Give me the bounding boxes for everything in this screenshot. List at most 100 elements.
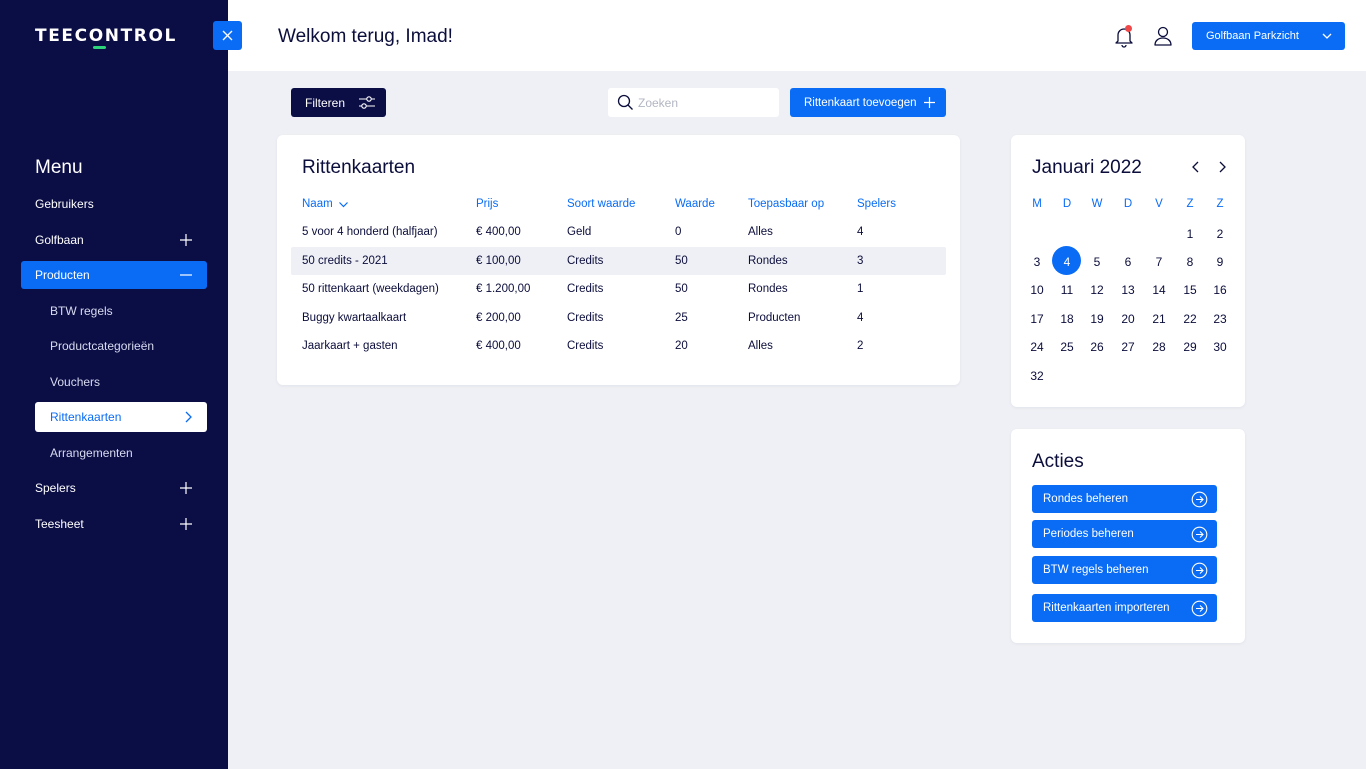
action-rondes-beheren-button[interactable]: Rondes beheren: [1032, 485, 1217, 513]
table-cell: Credits: [567, 255, 604, 267]
sidebar-subitem-arrangementen[interactable]: Arrangementen: [35, 438, 207, 468]
calendar-day[interactable]: 11: [1056, 283, 1078, 297]
calendar-day[interactable]: 16: [1209, 283, 1231, 297]
notification-dot: [1125, 25, 1132, 32]
calendar-day[interactable]: 1: [1179, 227, 1201, 241]
column-header-label: Naam: [302, 198, 333, 210]
calendar-day[interactable]: 26: [1086, 340, 1108, 354]
chevron-down-icon: [1322, 33, 1332, 39]
calendar-day[interactable]: 3: [1026, 255, 1048, 269]
sidebar-subitem-rittenkaarten[interactable]: Rittenkaarten: [35, 402, 207, 432]
calendar-day[interactable]: 15: [1179, 283, 1201, 297]
calendar-day-header: D: [1062, 198, 1072, 210]
column-header-waarde[interactable]: Waarde: [675, 198, 715, 210]
calendar-day[interactable]: 22: [1179, 312, 1201, 326]
sidebar-item-spelers[interactable]: Spelers: [21, 474, 207, 502]
close-icon: [222, 30, 233, 41]
table-cell: € 400,00: [476, 226, 521, 238]
calendar-title: Januari 2022: [1032, 157, 1142, 178]
filter-button[interactable]: Filteren: [291, 88, 386, 117]
action-periodes-beheren-button[interactable]: Periodes beheren: [1032, 520, 1217, 548]
sidebar-item-gebruikers[interactable]: Gebruikers: [21, 190, 207, 218]
action-button-label: Rondes beheren: [1043, 493, 1129, 505]
sidebar-item-label: Gebruikers: [35, 197, 94, 211]
table-cell: 50: [675, 283, 688, 295]
column-header-spelers[interactable]: Spelers: [857, 198, 896, 210]
calendar-day[interactable]: 8: [1179, 255, 1201, 269]
search-input[interactable]: [638, 88, 773, 117]
chevron-right-icon: [185, 411, 192, 423]
calendar-day[interactable]: 2: [1209, 227, 1231, 241]
table-cell: Rondes: [748, 283, 788, 295]
calendar-day-header: Z: [1216, 198, 1224, 210]
calendar-day[interactable]: 6: [1117, 255, 1139, 269]
table-cell: Rondes: [748, 255, 788, 267]
menu-title: Menu: [35, 157, 83, 178]
course-select-dropdown[interactable]: Golfbaan Parkzicht: [1192, 22, 1345, 50]
add-rittenkaart-button[interactable]: Rittenkaart toevoegen: [790, 88, 946, 117]
table-cell: 50 credits - 2021: [302, 255, 388, 267]
arrow-right-circle-icon: [1191, 491, 1208, 508]
sidebar-item-label: Teesheet: [35, 517, 84, 531]
calendar-day[interactable]: 20: [1117, 312, 1139, 326]
calendar-day[interactable]: 13: [1117, 283, 1139, 297]
table-cell: Credits: [567, 312, 604, 324]
table-cell: € 400,00: [476, 340, 521, 352]
calendar-day[interactable]: 5: [1086, 255, 1108, 269]
calendar-day[interactable]: 28: [1148, 340, 1170, 354]
sidebar-item-label: Producten: [35, 268, 90, 282]
sidebar-item-golfbaan[interactable]: Golfbaan: [21, 226, 207, 254]
action-rittenkaarten-importeren-button[interactable]: Rittenkaarten importeren: [1032, 594, 1217, 622]
sidebar: TEECONTROL Menu Gebruikers Golfbaan Prod…: [0, 0, 228, 769]
table-cell: 20: [675, 340, 688, 352]
plus-icon: [180, 518, 192, 530]
user-icon[interactable]: [1152, 25, 1174, 47]
calendar-day[interactable]: 29: [1179, 340, 1201, 354]
table-cell: € 1.200,00: [476, 283, 531, 295]
action-button-label: BTW regels beheren: [1043, 564, 1149, 576]
chevron-right-icon[interactable]: [1215, 160, 1229, 174]
calendar-day[interactable]: 9: [1209, 255, 1231, 269]
sidebar-subitem-productcategorieen[interactable]: Productcategorieën: [35, 331, 207, 361]
calendar-day[interactable]: 10: [1026, 283, 1048, 297]
calendar-day[interactable]: 17: [1026, 312, 1048, 326]
chevron-left-icon[interactable]: [1189, 160, 1203, 174]
column-header-toepasbaar-op[interactable]: Toepasbaar op: [748, 198, 824, 210]
calendar-day[interactable]: 21: [1148, 312, 1170, 326]
calendar-day[interactable]: 32: [1026, 369, 1048, 383]
calendar-day[interactable]: 30: [1209, 340, 1231, 354]
table-cell: 50 rittenkaart (weekdagen): [302, 283, 439, 295]
table-title: Rittenkaarten: [302, 157, 416, 178]
sidebar-item-producten[interactable]: Producten: [21, 261, 207, 289]
calendar-day[interactable]: 12: [1086, 283, 1108, 297]
table-cell: 5 voor 4 honderd (halfjaar): [302, 226, 438, 238]
calendar-day[interactable]: 27: [1117, 340, 1139, 354]
calendar-day[interactable]: 14: [1148, 283, 1170, 297]
table-cell: 3: [857, 255, 864, 267]
arrow-right-circle-icon: [1191, 600, 1208, 617]
calendar-day[interactable]: 23: [1209, 312, 1231, 326]
plus-icon: [924, 97, 935, 108]
table-cell: € 100,00: [476, 255, 521, 267]
action-btw-regels-beheren-button[interactable]: BTW regels beheren: [1032, 556, 1217, 584]
column-header-prijs[interactable]: Prijs: [476, 198, 498, 210]
sidebar-subitem-btw-regels[interactable]: BTW regels: [35, 296, 207, 326]
calendar-day[interactable]: 18: [1056, 312, 1078, 326]
calendar-day[interactable]: 19: [1086, 312, 1108, 326]
filter-button-label: Filteren: [305, 95, 346, 110]
close-sidebar-button[interactable]: [213, 21, 242, 50]
column-header-naam[interactable]: Naam: [302, 198, 349, 210]
calendar-day-selected[interactable]: 4: [1056, 255, 1078, 269]
calendar-day[interactable]: 7: [1148, 255, 1170, 269]
sidebar-subitem-vouchers[interactable]: Vouchers: [35, 367, 207, 397]
table-cell: Alles: [748, 340, 773, 352]
sidebar-subitem-label: Rittenkaarten: [50, 410, 122, 424]
actions-title: Acties: [1032, 451, 1084, 472]
sidebar-subitem-label: BTW regels: [50, 304, 113, 318]
calendar-day[interactable]: 24: [1026, 340, 1048, 354]
calendar-day[interactable]: 25: [1056, 340, 1078, 354]
column-header-soort-waarde[interactable]: Soort waarde: [567, 198, 635, 210]
arrow-right-circle-icon: [1191, 562, 1208, 579]
plus-icon: [180, 482, 192, 494]
sidebar-item-teesheet[interactable]: Teesheet: [21, 510, 207, 538]
